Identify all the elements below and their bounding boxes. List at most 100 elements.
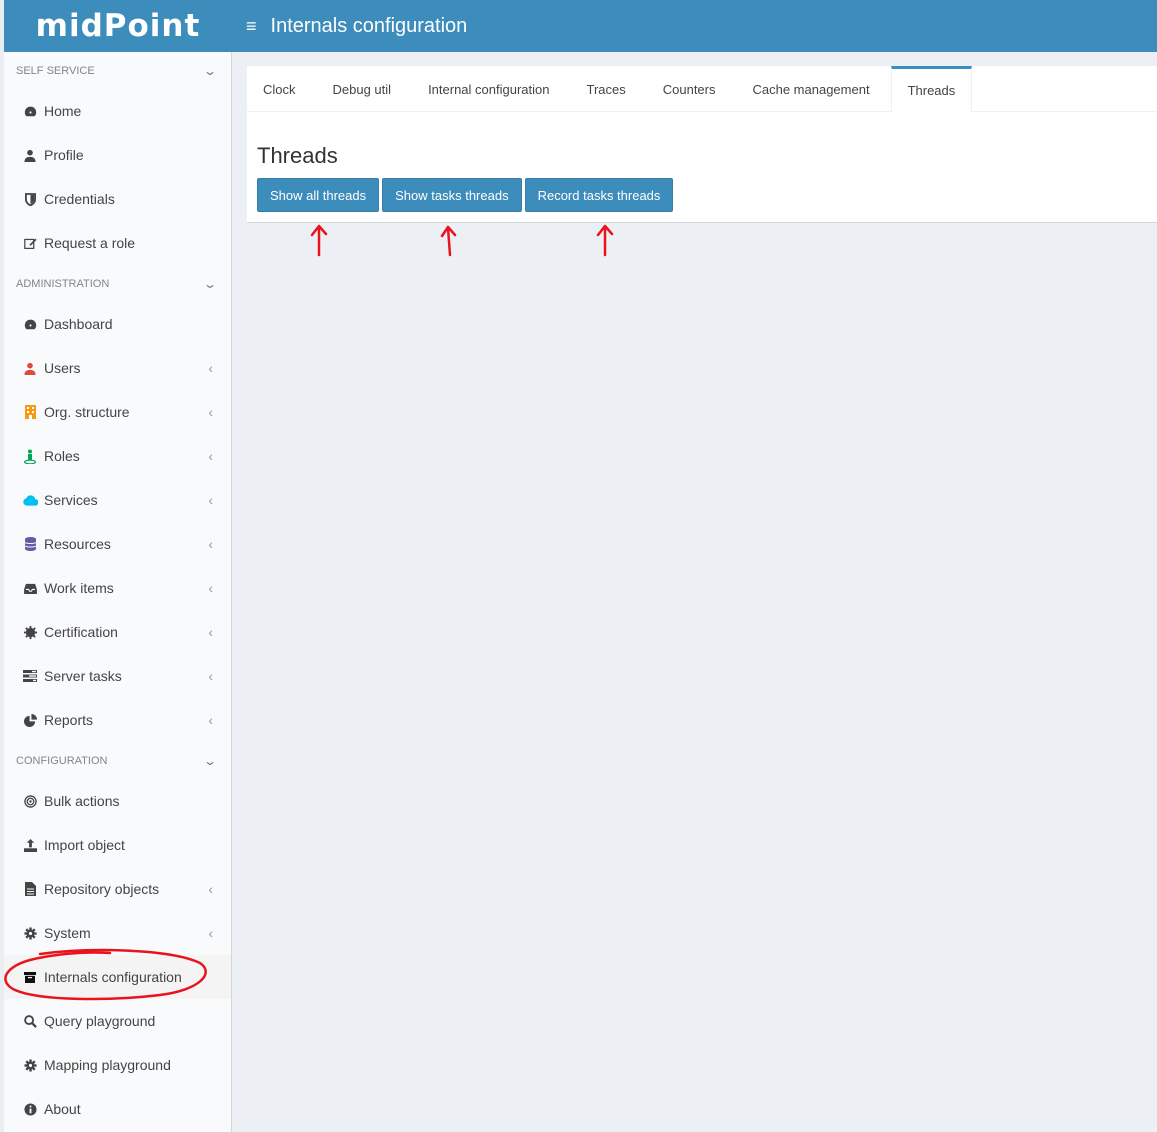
- chevron-left-icon[interactable]: ‹: [208, 448, 213, 464]
- chevron-left-icon[interactable]: ‹: [208, 492, 213, 508]
- pie-chart-icon: [18, 713, 42, 727]
- show-tasks-threads-button[interactable]: Show tasks threads: [382, 178, 522, 212]
- hamburger-icon[interactable]: ≡: [246, 16, 257, 37]
- search-icon: [18, 1014, 42, 1028]
- sidebar-item-query-playground[interactable]: Query playground: [4, 999, 231, 1043]
- page-title: Internals configuration: [270, 14, 468, 37]
- sidebar-item-users[interactable]: Users ‹: [4, 346, 231, 390]
- upload-icon: [18, 838, 42, 852]
- sidebar-item-label: Resources: [44, 536, 111, 552]
- sidebar-item-mapping-playground[interactable]: Mapping playground: [4, 1043, 231, 1087]
- chevron-left-icon[interactable]: ‹: [208, 536, 213, 552]
- internals-panel: Clock Debug util Internal configuration …: [247, 66, 1157, 223]
- info-icon: [18, 1102, 42, 1116]
- chevron-left-icon[interactable]: ‹: [208, 668, 213, 684]
- panel-title: Threads: [257, 143, 338, 168]
- annotation-circle-icon: [4, 948, 207, 1001]
- sidebar-item-label: Home: [44, 103, 82, 119]
- sidebar-item-services[interactable]: Services ‹: [4, 478, 231, 522]
- edit-icon: [18, 237, 42, 250]
- tab-debug-util[interactable]: Debug util: [317, 66, 408, 112]
- chevron-left-icon[interactable]: ‹: [208, 624, 213, 640]
- chevron-left-icon[interactable]: ‹: [208, 404, 213, 420]
- sidebar-item-about[interactable]: About: [4, 1087, 231, 1131]
- chevron-left-icon[interactable]: ‹: [208, 925, 213, 941]
- annotation-arrow-icon: [310, 224, 328, 257]
- record-tasks-threads-button[interactable]: Record tasks threads: [524, 178, 674, 212]
- sidebar-section-configuration[interactable]: CONFIGURATION ⌄: [4, 742, 231, 779]
- chevron-left-icon[interactable]: ‹: [208, 881, 213, 897]
- user-icon: [18, 362, 42, 375]
- tab-counters[interactable]: Counters: [647, 66, 732, 112]
- sidebar-item-repository-objects[interactable]: Repository objects ‹: [4, 867, 231, 911]
- annotation-arrow-icon: [440, 225, 457, 257]
- sidebar-item-label: Certification: [44, 624, 118, 640]
- database-icon: [18, 537, 42, 551]
- inbox-icon: [18, 583, 42, 594]
- sidebar-item-label: Users: [44, 360, 81, 376]
- sidebar-section-self-service[interactable]: SELF SERVICE ⌄: [4, 52, 231, 89]
- gear-icon: [18, 926, 42, 940]
- tasks-icon: [18, 670, 42, 682]
- bullseye-icon: [18, 794, 42, 808]
- user-icon: [18, 149, 42, 162]
- sidebar-section-administration[interactable]: ADMINISTRATION ⌄: [4, 265, 231, 302]
- sidebar-item-reports[interactable]: Reports ‹: [4, 698, 231, 742]
- chevron-left-icon[interactable]: ‹: [208, 580, 213, 596]
- chevron-down-icon[interactable]: ⌄: [203, 277, 217, 291]
- sidebar-item-label: Org. structure: [44, 404, 130, 420]
- sidebar-item-roles[interactable]: Roles ‹: [4, 434, 231, 478]
- sidebar-item-label: Dashboard: [44, 316, 113, 332]
- gear-icon: [18, 1058, 42, 1072]
- chevron-left-icon[interactable]: ‹: [208, 712, 213, 728]
- sidebar-item-profile[interactable]: Profile: [4, 133, 231, 177]
- sidebar-item-label: Import object: [44, 837, 125, 853]
- chevron-left-icon[interactable]: ‹: [208, 360, 213, 376]
- section-label: CONFIGURATION: [16, 754, 108, 767]
- sidebar-item-home[interactable]: Home: [4, 89, 231, 133]
- tab-cache-management[interactable]: Cache management: [736, 66, 885, 112]
- section-label: SELF SERVICE: [16, 64, 95, 77]
- tab-threads[interactable]: Threads: [890, 66, 973, 112]
- show-all-threads-button[interactable]: Show all threads: [257, 178, 380, 212]
- section-label: ADMINISTRATION: [16, 277, 110, 290]
- sidebar-item-label: Query playground: [44, 1013, 156, 1029]
- sidebar-item-label: Mapping playground: [44, 1057, 171, 1073]
- street-view-icon: [18, 449, 42, 464]
- sidebar-item-label: Roles: [44, 448, 80, 464]
- sidebar-item-org-structure[interactable]: Org. structure ‹: [4, 390, 231, 434]
- sidebar-item-label: Work items: [44, 580, 114, 596]
- sidebar-item-certification[interactable]: Certification ‹: [4, 610, 231, 654]
- logo[interactable]: midPoint: [4, 0, 232, 52]
- cloud-icon: [18, 494, 42, 506]
- chevron-down-icon[interactable]: ⌄: [203, 754, 217, 768]
- sidebar-item-bulk-actions[interactable]: Bulk actions: [4, 779, 231, 823]
- sidebar-item-dashboard[interactable]: Dashboard: [4, 302, 231, 346]
- tab-bar: Clock Debug util Internal configuration …: [247, 66, 1157, 112]
- header-main: ≡ Internals configuration: [232, 0, 467, 52]
- sidebar-item-work-items[interactable]: Work items ‹: [4, 566, 231, 610]
- dashboard-icon: [18, 318, 42, 331]
- dashboard-icon: [18, 105, 42, 118]
- tab-clock[interactable]: Clock: [247, 66, 312, 112]
- tab-internal-configuration[interactable]: Internal configuration: [412, 66, 565, 112]
- shield-icon: [18, 192, 42, 206]
- sidebar-item-credentials[interactable]: Credentials: [4, 177, 231, 221]
- sidebar-item-label: Reports: [44, 712, 94, 728]
- main-header: midPoint ≡ Internals configuration: [0, 0, 1157, 52]
- sidebar-item-server-tasks[interactable]: Server tasks ‹: [4, 654, 231, 698]
- sidebar-item-import-object[interactable]: Import object: [4, 823, 231, 867]
- sidebar-item-label: Request a role: [44, 235, 136, 251]
- sidebar-item-resources[interactable]: Resources ‹: [4, 522, 231, 566]
- sidebar-item-label: Profile: [44, 147, 84, 163]
- sidebar-item-label: System: [44, 925, 91, 941]
- logo-text: midPoint: [35, 8, 201, 44]
- sidebar-item-label: Bulk actions: [44, 793, 120, 809]
- annotation-arrow-icon: [596, 224, 614, 257]
- chevron-down-icon[interactable]: ⌄: [203, 64, 217, 78]
- sidebar-item-label: Credentials: [44, 191, 115, 207]
- file-icon: [18, 882, 42, 896]
- sidebar-item-request-role[interactable]: Request a role: [4, 221, 231, 265]
- tab-traces[interactable]: Traces: [570, 66, 641, 112]
- sidebar-item-label: Services: [44, 492, 98, 508]
